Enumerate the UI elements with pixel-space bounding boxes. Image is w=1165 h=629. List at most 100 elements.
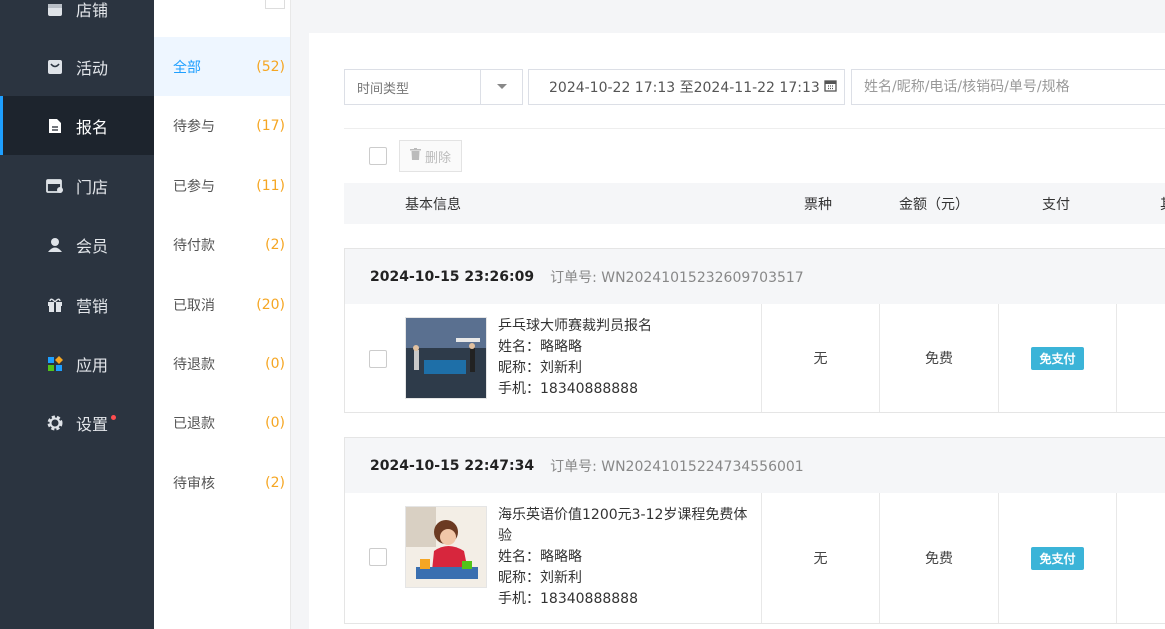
delete-label: 删除: [425, 150, 452, 166]
nav-label: 会员: [76, 236, 109, 256]
activity-icon: [46, 58, 64, 76]
row-checkbox[interactable]: [369, 548, 387, 566]
search-input[interactable]: [851, 69, 1165, 105]
subnav-item-review[interactable]: 待审核 (2): [154, 453, 290, 512]
order-time: 2024-10-15 23:26:09: [370, 268, 535, 285]
nav-item-marketing[interactable]: 营销: [0, 275, 154, 334]
subnav-top-box: [265, 0, 285, 9]
nav-label: 应用: [76, 355, 109, 375]
order-body: 乒乓球大师赛裁判员报名 姓名：略略略 昵称：刘新利 手机：18340888888…: [345, 304, 1165, 412]
event-thumbnail[interactable]: [405, 317, 487, 399]
nav-label: 店铺: [76, 0, 109, 20]
subnav-label: 待退款: [173, 356, 215, 373]
nav-item-settings[interactable]: 设置: [0, 393, 154, 452]
time-type-value: 时间类型: [357, 81, 410, 97]
subnav-label: 待付款: [173, 237, 215, 254]
subnav-count: (2): [265, 236, 285, 253]
filter-row: 时间类型 2024-10-22 17:13 至2024-11-22 17:13: [344, 69, 1165, 105]
order-number: 订单号: WN20241015224734556001: [550, 458, 804, 475]
attendee-phone: 手机：18340888888: [498, 591, 638, 607]
subnav-item-all[interactable]: 全部 (52): [154, 37, 290, 96]
apps-icon: [46, 355, 64, 373]
order-time: 2024-10-15 22:47:34: [370, 457, 535, 474]
user-icon: [46, 236, 64, 254]
order-body: 海乐英语价值1200元3-12岁课程免费体验 姓名：略略略 昵称：刘新利 手机：…: [345, 493, 1165, 623]
date-range-picker[interactable]: 2024-10-22 17:13 至2024-11-22 17:13: [528, 69, 845, 105]
th-basic-info: 基本信息: [405, 196, 461, 213]
amount-value: 免费: [925, 551, 953, 567]
nav-label: 设置: [76, 414, 109, 434]
ticket-cell: 无: [761, 493, 880, 623]
document-icon: [46, 117, 64, 135]
attendee-name: 姓名：略略略: [498, 549, 582, 565]
amount-cell: 免费: [880, 493, 999, 623]
th-ticket: 票种: [804, 196, 832, 213]
amount-value: 免费: [925, 351, 953, 367]
event-title[interactable]: 乒乓球大师赛裁判员报名: [498, 316, 758, 337]
chevron-down-icon[interactable]: [480, 70, 522, 104]
nav-label: 活动: [76, 58, 109, 78]
nav-item-signup[interactable]: 报名: [0, 96, 154, 155]
order-header: 2024-10-15 22:47:34 订单号: WN2024101522473…: [345, 438, 1165, 493]
subnav-label: 已退款: [173, 415, 215, 432]
th-payment: 支付: [1042, 196, 1070, 213]
notification-dot: [111, 415, 117, 420]
attendee-phone: 手机：18340888888: [498, 381, 638, 397]
subnav-count: (11): [256, 177, 285, 194]
order-card: 2024-10-15 23:26:09 订单号: WN2024101523260…: [344, 248, 1165, 413]
date-range-value: 2024-10-22 17:13 至2024-11-22 17:13: [549, 80, 820, 96]
row-checkbox[interactable]: [369, 350, 387, 368]
payment-badge: 免支付: [1031, 346, 1084, 370]
payment-badge: 免支付: [1031, 546, 1084, 570]
subnav-label: 待审核: [173, 475, 215, 492]
ticket-value: 无: [813, 551, 828, 567]
nav-item-apps[interactable]: 应用: [0, 334, 154, 393]
divider: [344, 128, 1165, 129]
subnav-label: 已参与: [173, 178, 215, 195]
nav-item-shop[interactable]: 门店: [0, 156, 154, 215]
subnav-label: 待参与: [173, 118, 215, 135]
status-subnav: 全部 (52) 待参与 (17) 已参与 (11) 待付款 (2) 已取消 (2…: [154, 0, 291, 629]
ticket-cell: 无: [761, 304, 880, 412]
nav-item-activity[interactable]: 活动: [0, 37, 154, 96]
nav-item-member[interactable]: 会员: [0, 215, 154, 274]
subnav-label: 全部: [173, 59, 201, 76]
amount-cell: 免费: [880, 304, 999, 412]
subnav-count: (0): [265, 355, 285, 372]
select-all-checkbox[interactable]: [369, 147, 387, 165]
attendee-name: 姓名：略略略: [498, 339, 582, 355]
subnav-item-refunded[interactable]: 已退款 (0): [154, 393, 290, 452]
th-amount: 金额（元）: [899, 196, 969, 213]
subnav-count: (20): [256, 296, 285, 313]
table-header: 基本信息 票种 金额（元） 支付 其: [344, 183, 1165, 224]
subnav-item-cancelled[interactable]: 已取消 (20): [154, 275, 290, 334]
bulk-actions: 删除: [369, 140, 463, 172]
ticket-value: 无: [813, 351, 828, 367]
nav-label: 营销: [76, 296, 109, 316]
subnav-item-pending[interactable]: 待参与 (17): [154, 96, 290, 155]
subnav-count: (52): [256, 58, 285, 75]
event-thumbnail[interactable]: [405, 506, 487, 588]
subnav-count: (2): [265, 474, 285, 491]
order-number: 订单号: WN20241015232609703517: [550, 269, 804, 286]
order-info: 乒乓球大师赛裁判员报名 姓名：略略略 昵称：刘新利 手机：18340888888: [498, 316, 758, 400]
event-title[interactable]: 海乐英语价值1200元3-12岁课程免费体验: [498, 505, 758, 547]
order-header: 2024-10-15 23:26:09 订单号: WN2024101523260…: [345, 249, 1165, 304]
gear-icon: [46, 414, 64, 432]
nav-label: 门店: [76, 177, 109, 197]
time-type-select[interactable]: 时间类型: [344, 69, 523, 105]
calendar-icon: [824, 79, 837, 96]
order-info: 海乐英语价值1200元3-12岁课程免费体验 姓名：略略略 昵称：刘新利 手机：…: [498, 505, 758, 610]
subnav-item-unpaid[interactable]: 待付款 (2): [154, 215, 290, 274]
delete-button[interactable]: 删除: [399, 140, 463, 172]
payment-cell: 免支付: [999, 304, 1117, 412]
store-icon: [46, 0, 64, 18]
subnav-item-refund-pending[interactable]: 待退款 (0): [154, 334, 290, 393]
subnav-count: (17): [256, 117, 285, 134]
attendee-nickname: 昵称：刘新利: [498, 570, 582, 586]
subnav-item-joined[interactable]: 已参与 (11): [154, 156, 290, 215]
nav-item-store[interactable]: 店铺: [0, 0, 154, 38]
subnav-count: (0): [265, 414, 285, 431]
gift-icon: [46, 296, 64, 314]
sidebar: 店铺 活动 报名 门店 会员 营销 应用 设置: [0, 0, 154, 629]
